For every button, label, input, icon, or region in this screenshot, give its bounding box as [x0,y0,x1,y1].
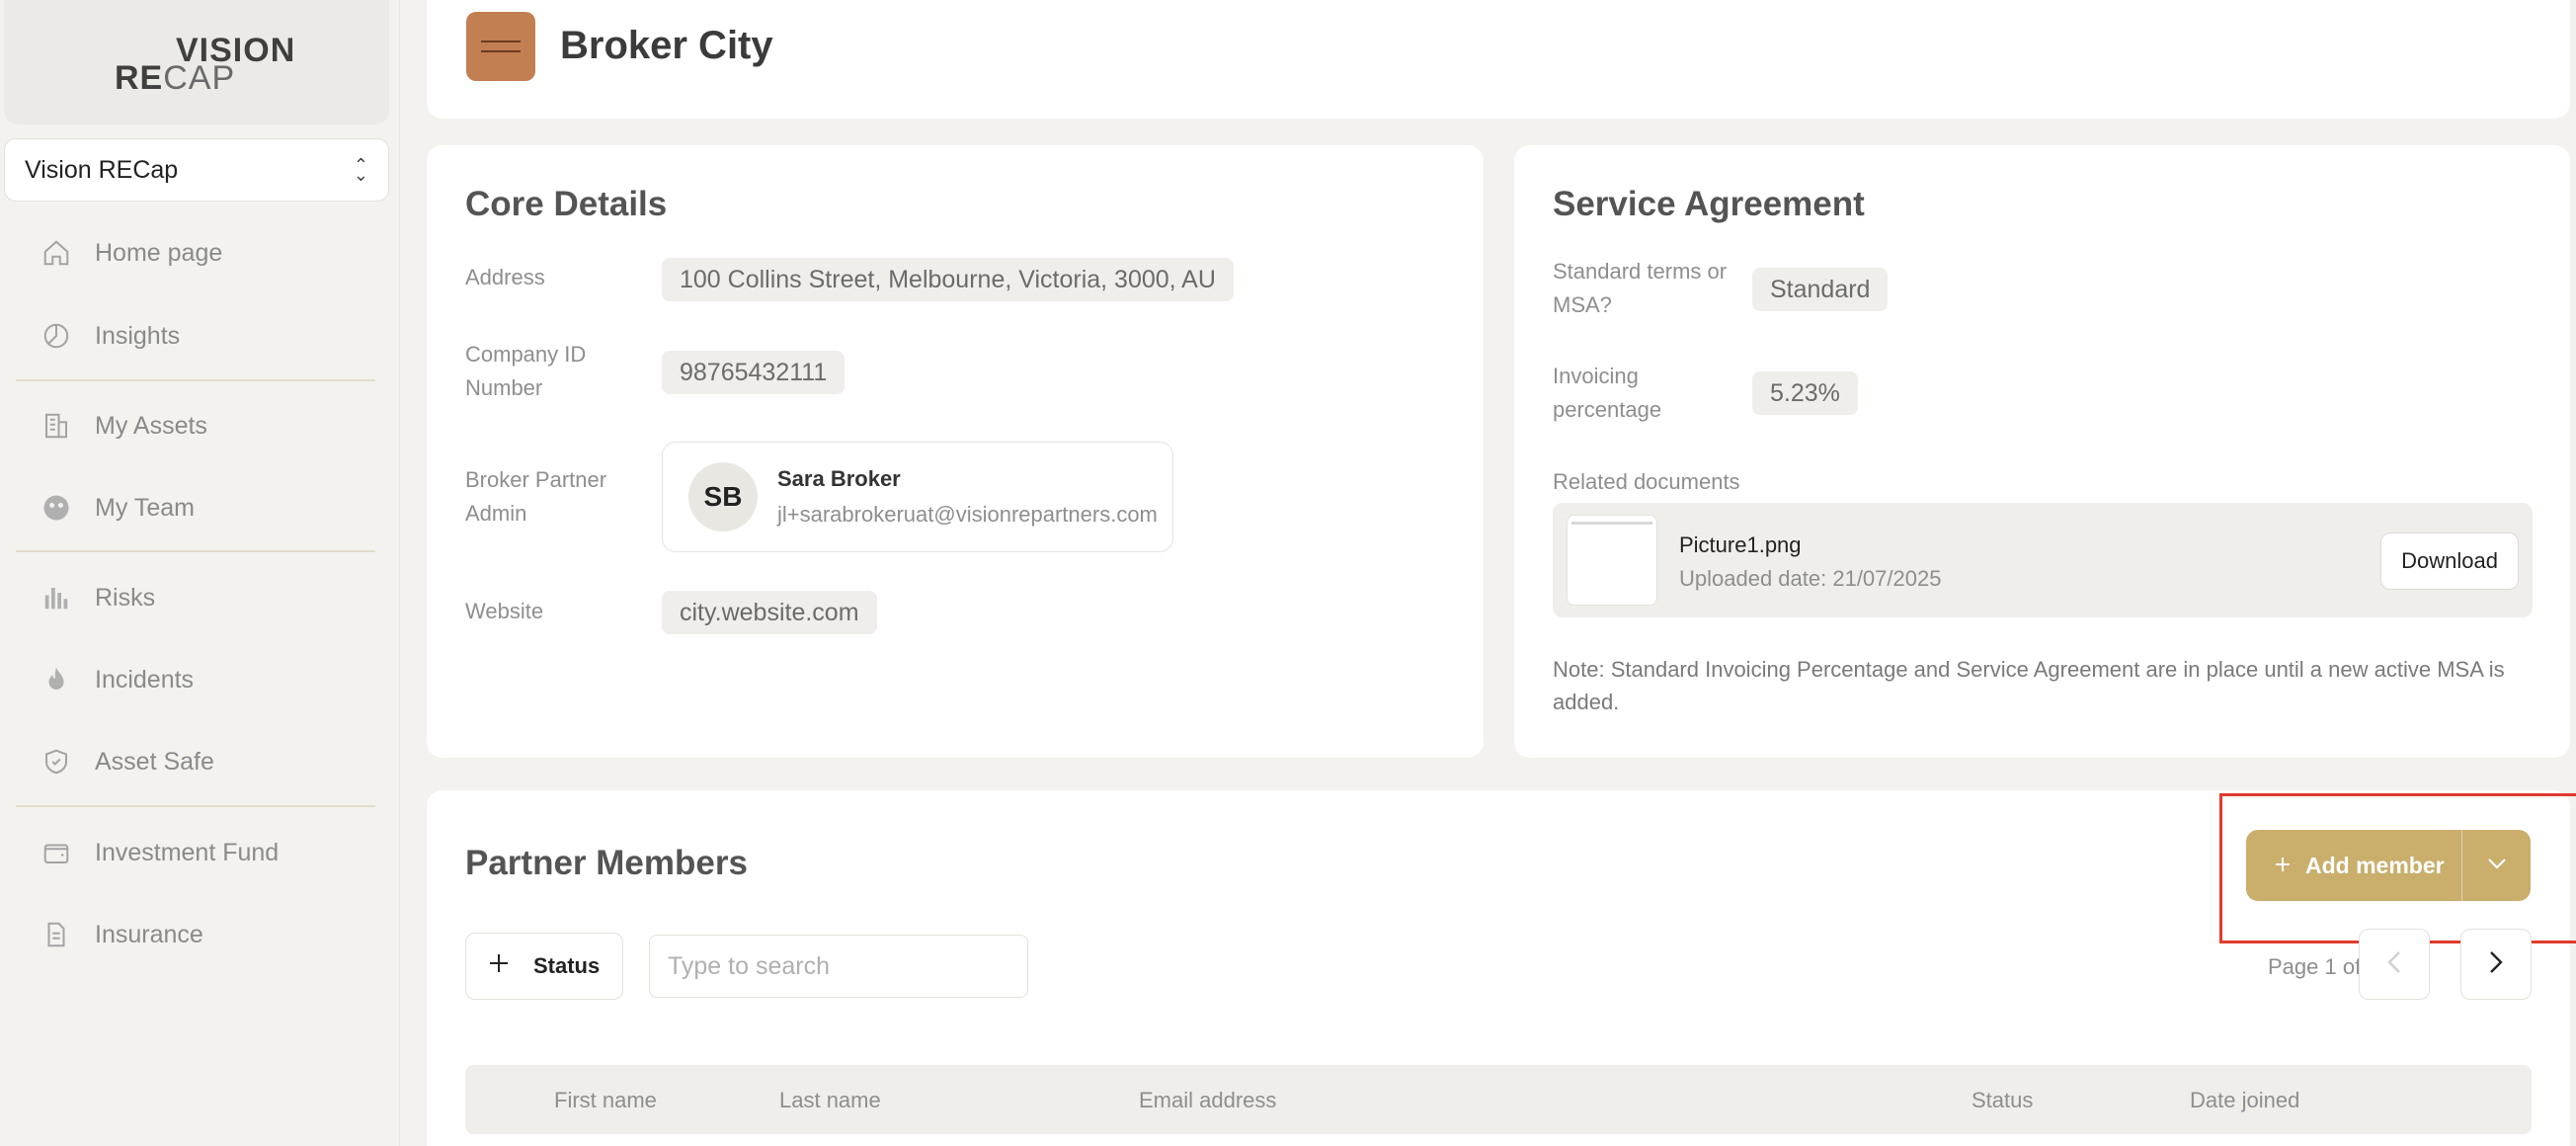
document-thumbnail [1567,515,1657,606]
logo-area: VISION RECAP [4,0,389,124]
core-details-card: Core Details Address 100 Collins Street,… [427,145,1484,758]
sidebar-item-label: Home page [95,238,223,267]
sidebar-item-asset-safe[interactable]: Asset Safe [40,740,214,783]
sidebar-item-label: Investment Fund [95,838,280,866]
invoicing-label: Invoicing percentage [1553,364,1662,422]
standard-terms-value: Standard [1752,268,1889,311]
plus-icon [488,952,510,980]
partner-members-card: Partner Members Add member Status Page 1… [427,790,2576,1146]
core-details-title: Core Details [465,185,668,223]
company-id-value: 98765432111 [662,351,845,394]
team-icon [40,491,73,525]
nav-divider [16,805,375,807]
document-item: Picture1.png Uploaded date: 21/07/2025 D… [1553,503,2533,617]
address-label: Address [465,265,545,289]
sidebar-item-investment-fund[interactable]: Investment Fund [40,831,279,874]
partner-members-title: Partner Members [465,844,748,882]
download-button[interactable]: Download [2380,532,2519,590]
broker-admin-label: Broker Partner Admin [465,467,607,526]
company-name: Broker City [560,24,773,67]
service-agreement-card: Service Agreement Standard terms or MSA?… [1514,145,2570,758]
wallet-icon [40,836,73,869]
sidebar-item-my-assets[interactable]: My Assets [40,404,207,448]
members-table-header: First name Last name Email address Statu… [465,1065,2532,1134]
sidebar-item-insurance[interactable]: Insurance [40,913,203,956]
column-status[interactable]: Status [1972,1088,2033,1113]
sidebar-item-my-team[interactable]: My Team [40,486,195,530]
home-icon [40,236,73,270]
organization-select-value: Vision RECap [25,155,179,184]
organization-select[interactable]: Vision RECap ⌃ ⌄ [4,138,389,202]
nav-divider [16,550,375,552]
broker-admin-card: SB Sara Broker jl+sarabrokeruat@visionre… [662,442,1173,552]
company-logo [466,12,535,81]
vision-recap-logo[interactable]: VISION RECAP [113,32,294,97]
agreement-note: Note: Standard Invoicing Percentage and … [1553,657,2505,714]
admin-email: jl+sarabrokeruat@visionrepartners.com [777,502,1158,527]
flame-icon [40,663,73,696]
document-name: Picture1.png [1679,532,1802,557]
sidebar-item-incidents[interactable]: Incidents [40,658,194,701]
sidebar-item-label: Asset Safe [95,747,214,776]
admin-name: Sara Broker [777,466,901,491]
sidebar-item-label: My Assets [95,411,207,440]
logo-text-recap: RECAP [115,59,236,97]
column-last-name[interactable]: Last name [779,1088,881,1113]
sidebar-item-label: Insights [95,321,181,350]
chevron-right-icon [2489,950,2503,979]
sidebar: VISION RECAP Vision RECap ⌃ ⌄ Home page I… [0,0,400,1146]
sidebar-item-label: Incidents [95,665,195,694]
status-filter-label: Status [533,953,601,978]
column-date-joined[interactable]: Date joined [2190,1088,2299,1113]
sidebar-item-insights[interactable]: Insights [40,314,180,358]
company-id-label: Company ID Number [465,342,587,400]
avatar: SB [688,462,758,532]
address-value: 100 Collins Street, Melbourne, Victoria,… [662,258,1234,301]
column-first-name[interactable]: First name [554,1088,657,1113]
standard-terms-label: Standard terms or MSA? [1553,259,1728,317]
document-upload-date: Uploaded date: 21/07/2025 [1679,566,1942,591]
next-page-button[interactable] [2460,929,2532,1000]
sidebar-item-label: Risks [95,583,156,612]
highlight-annotation [2219,793,2576,943]
sidebar-item-label: Insurance [95,920,203,948]
website-label: Website [465,599,544,623]
column-email[interactable]: Email address [1139,1088,1276,1113]
service-agreement-title: Service Agreement [1553,185,1865,223]
shield-icon [40,745,73,778]
sidebar-item-label: My Team [95,493,195,522]
invoicing-value: 5.23% [1752,371,1858,415]
website-value: city.website.com [662,591,877,634]
related-documents-label: Related documents [1553,469,1740,494]
select-arrows-icon: ⌃ ⌄ [353,155,368,185]
sidebar-item-risks[interactable]: Risks [40,576,155,619]
company-header: Broker City [427,0,2570,119]
nav-divider [16,379,375,381]
chevron-left-icon [2387,950,2401,979]
pie-chart-icon [40,319,73,353]
search-input[interactable] [649,935,1028,998]
status-filter-button[interactable]: Status [465,933,623,1000]
bar-chart-icon [40,581,73,614]
document-icon [40,918,73,951]
building-icon [40,409,73,443]
previous-page-button[interactable] [2359,929,2430,1000]
sidebar-item-home[interactable]: Home page [40,231,222,275]
